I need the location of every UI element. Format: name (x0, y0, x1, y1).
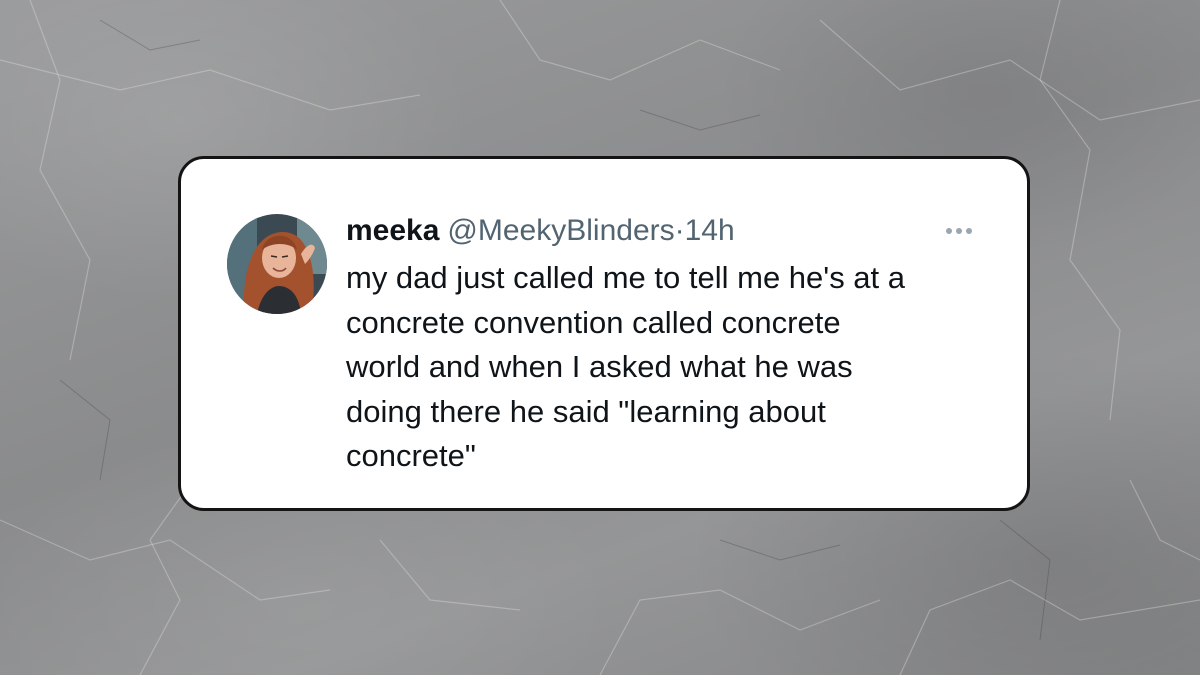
tweet-text-line: concrete" (346, 438, 476, 473)
user-avatar[interactable] (227, 214, 327, 314)
more-dots-icon (946, 228, 972, 234)
user-handle[interactable]: @MeekyBlinders (447, 214, 674, 247)
tweet-text-line: concrete convention called concrete (346, 304, 841, 340)
tweet-timestamp[interactable]: 14h (685, 214, 735, 247)
tweet-header: meeka @MeekyBlinders·14h (346, 211, 735, 251)
tweet-body: my dad just called me to tell me he's at… (346, 256, 986, 479)
tweet-text-line: doing there he said "learning about (346, 393, 826, 429)
separator-dot: · (674, 214, 685, 247)
tweet-text-line: my dad just called me to tell me he's at… (346, 260, 906, 295)
tweet-card[interactable]: meeka @MeekyBlinders·14h my dad just call… (178, 156, 1030, 511)
avatar-photo-icon (227, 214, 327, 314)
more-options-button[interactable] (939, 219, 979, 243)
display-name[interactable]: meeka (346, 214, 439, 247)
tweet-text-line: world and when I asked what he was (346, 349, 853, 384)
